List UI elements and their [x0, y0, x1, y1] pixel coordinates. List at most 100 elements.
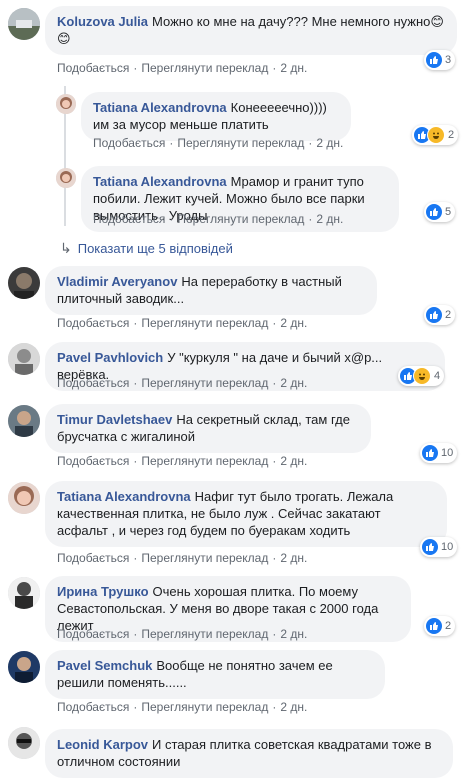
avatar[interactable] — [8, 405, 40, 437]
reaction-summary[interactable]: 2 — [424, 616, 456, 636]
timestamp[interactable]: 2 дн. — [280, 316, 307, 330]
reaction-count: 10 — [441, 447, 454, 459]
reaction-count: 10 — [441, 541, 454, 553]
translate-link[interactable]: Переглянути переклад — [141, 454, 268, 468]
like-link[interactable]: Подобається — [57, 316, 129, 330]
reply-arrow-icon: ↳ — [60, 240, 72, 256]
timestamp[interactable]: 2 дн. — [280, 61, 307, 75]
reaction-summary[interactable]: 2 — [424, 305, 456, 325]
timestamp[interactable]: 2 дн. — [280, 627, 307, 641]
comment-author[interactable]: Koluzova Julia — [57, 14, 148, 29]
avatar-image — [8, 267, 40, 299]
avatar[interactable] — [8, 8, 40, 40]
reaction-summary[interactable]: 3 — [424, 50, 456, 70]
comment-author[interactable]: Pavel Pavhlovich — [57, 350, 163, 365]
timestamp[interactable]: 2 дн. — [316, 136, 343, 150]
avatar-image — [8, 405, 40, 437]
like-link[interactable]: Подобається — [57, 376, 129, 390]
show-more-replies-label: Показати ще 5 відповідей — [77, 241, 233, 256]
like-reaction-icon — [422, 539, 438, 555]
comment-author[interactable]: Vladimir Averyanov — [57, 274, 177, 289]
haha-reaction-icon — [427, 126, 445, 144]
like-reaction-icon — [426, 204, 442, 220]
comment-author[interactable]: Leonid Karpov — [57, 737, 148, 752]
comment-author[interactable]: Tatiana Alexandrovna — [93, 100, 227, 115]
like-reaction-icon — [426, 618, 442, 634]
comment-bubble: Tatiana Alexandrovna Конееееечно)))) им з… — [81, 92, 351, 141]
avatar[interactable] — [56, 168, 76, 188]
reaction-count: 2 — [445, 620, 452, 632]
avatar[interactable] — [8, 343, 40, 375]
reaction-summary[interactable]: 5 — [424, 202, 456, 222]
avatar-image — [8, 577, 40, 609]
reaction-count: 2 — [445, 309, 452, 321]
avatar[interactable] — [8, 577, 40, 609]
comment-author[interactable]: Pavel Semchuk — [57, 658, 152, 673]
avatar-image — [8, 482, 40, 514]
timestamp[interactable]: 2 дн. — [280, 700, 307, 714]
comment-actions: Подобається · Переглянути переклад · 2 дн. — [57, 551, 308, 565]
like-link[interactable]: Подобається — [93, 136, 165, 150]
comment-actions: Подобається · Переглянути переклад · 2 дн. — [57, 627, 308, 641]
comment-actions: Подобається · Переглянути переклад · 2 дн. — [57, 376, 308, 390]
comment-bubble: Koluzova Julia Можно ко мне на дачу??? Мн… — [45, 6, 457, 55]
show-more-replies-link[interactable]: ↳ Показати ще 5 відповідей — [60, 240, 233, 257]
comment-bubble: Tatiana Alexandrovna Нафиг тут было трога… — [45, 481, 447, 547]
avatar[interactable] — [8, 267, 40, 299]
like-reaction-icon — [422, 445, 438, 461]
timestamp[interactable]: 2 дн. — [280, 454, 307, 468]
comment-bubble: Timur Davletshaev На секретный склад, там… — [45, 404, 371, 453]
comment-author[interactable]: Tatiana Alexandrovna — [57, 489, 191, 504]
avatar-image — [56, 168, 76, 188]
like-link[interactable]: Подобається — [57, 627, 129, 641]
avatar-image — [8, 343, 40, 375]
avatar-image — [8, 651, 40, 683]
avatar-image — [56, 94, 76, 114]
avatar[interactable] — [8, 482, 40, 514]
timestamp[interactable]: 2 дн. — [316, 212, 343, 226]
timestamp[interactable]: 2 дн. — [280, 376, 307, 390]
translate-link[interactable]: Переглянути переклад — [177, 212, 304, 226]
avatar[interactable] — [8, 651, 40, 683]
comment-author[interactable]: Timur Davletshaev — [57, 412, 172, 427]
translate-link[interactable]: Переглянути переклад — [141, 376, 268, 390]
comment-bubble: Vladimir Averyanov На переработку в частн… — [45, 266, 377, 315]
like-link[interactable]: Подобається — [57, 551, 129, 565]
translate-link[interactable]: Переглянути переклад — [141, 316, 268, 330]
translate-link[interactable]: Переглянути переклад — [141, 627, 268, 641]
translate-link[interactable]: Переглянути переклад — [141, 700, 268, 714]
translate-link[interactable]: Переглянути переклад — [141, 61, 268, 75]
translate-link[interactable]: Переглянути переклад — [141, 551, 268, 565]
comment-author[interactable]: Ирина Трушко — [57, 584, 149, 599]
like-link[interactable]: Подобається — [57, 700, 129, 714]
comment-actions: Подобається · Переглянути переклад · 2 дн. — [57, 61, 308, 75]
comment-bubble: Pavel Semchuk Вообще не понятно зачем ее … — [45, 650, 385, 699]
avatar-image — [8, 727, 40, 759]
like-link[interactable]: Подобається — [57, 61, 129, 75]
like-reaction-icon — [426, 307, 442, 323]
reaction-count: 3 — [445, 54, 452, 66]
comment-actions: Подобається · Переглянути переклад · 2 дн. — [57, 700, 308, 714]
translate-link[interactable]: Переглянути переклад — [177, 136, 304, 150]
comment-actions: Подобається · Переглянути переклад · 2 дн. — [93, 136, 344, 150]
comment-bubble: Leonid Karpov И старая плитка советская к… — [45, 729, 453, 778]
like-link[interactable]: Подобається — [93, 212, 165, 226]
avatar-image — [8, 8, 40, 40]
reaction-summary[interactable]: 2 — [412, 125, 459, 145]
comment-actions: Подобається · Переглянути переклад · 2 дн. — [57, 454, 308, 468]
avatar[interactable] — [8, 727, 40, 759]
timestamp[interactable]: 2 дн. — [280, 551, 307, 565]
comment-actions: Подобається · Переглянути переклад · 2 дн. — [57, 316, 308, 330]
avatar[interactable] — [56, 94, 76, 114]
haha-reaction-icon — [413, 367, 431, 385]
reaction-count: 5 — [445, 206, 452, 218]
reaction-summary[interactable]: 10 — [420, 537, 458, 557]
reaction-summary[interactable]: 4 — [398, 366, 445, 386]
like-link[interactable]: Подобається — [57, 454, 129, 468]
reaction-summary[interactable]: 10 — [420, 443, 458, 463]
comment-author[interactable]: Tatiana Alexandrovna — [93, 174, 227, 189]
reaction-count: 4 — [434, 370, 441, 382]
reaction-count: 2 — [448, 129, 455, 141]
like-reaction-icon — [426, 52, 442, 68]
comment-actions: Подобається · Переглянути переклад · 2 дн. — [93, 212, 344, 226]
